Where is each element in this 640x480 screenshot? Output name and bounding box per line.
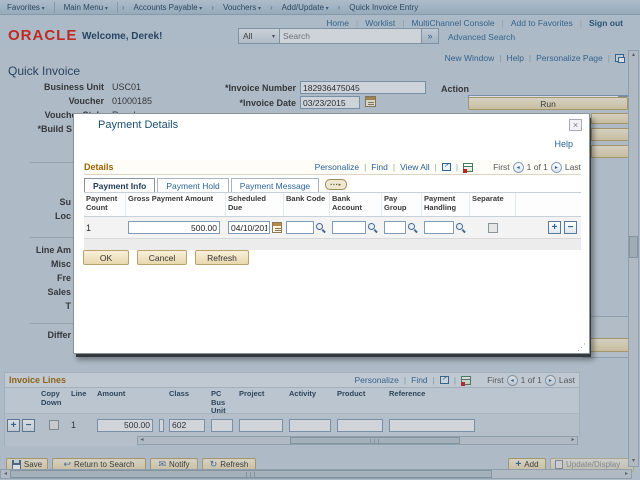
- column-separate: Separate: [470, 193, 516, 216]
- modal-title: Payment Details: [98, 119, 178, 131]
- show-all-columns-icon[interactable]: [325, 179, 347, 190]
- payment-details-modal: Payment Details × Help Details Personali…: [73, 113, 590, 354]
- delete-row-button[interactable]: −: [564, 221, 577, 234]
- pay-group-lookup-icon[interactable]: [408, 223, 418, 233]
- pagination-first-label[interactable]: First: [493, 162, 510, 172]
- payment-handling-lookup-icon[interactable]: [456, 223, 466, 233]
- close-icon[interactable]: ×: [569, 119, 582, 131]
- bank-code-input[interactable]: [286, 221, 314, 234]
- bank-account-lookup-icon[interactable]: [368, 223, 378, 233]
- bank-account-input[interactable]: [332, 221, 366, 234]
- modal-find-link[interactable]: Find: [371, 162, 388, 172]
- payment-count-value: 1: [84, 223, 126, 233]
- details-section-bar: Details Personalize| Find| View All| | F…: [84, 160, 581, 175]
- separate-checkbox[interactable]: [488, 223, 498, 233]
- gross-payment-amount-input[interactable]: [128, 221, 220, 234]
- pagination-current: 1 of 1: [527, 162, 548, 172]
- modal-help-link[interactable]: Help: [554, 139, 573, 149]
- grid-footer: [84, 239, 581, 250]
- column-bank-account: Bank Account: [330, 193, 382, 216]
- resize-handle[interactable]: ⋰: [577, 342, 587, 352]
- column-gross-payment-amount: Gross Payment Amount: [126, 193, 226, 216]
- tab-payment-info[interactable]: Payment Info: [84, 178, 155, 192]
- pagination-last-label[interactable]: Last: [565, 162, 581, 172]
- column-pay-group: Pay Group: [382, 193, 422, 216]
- add-row-button[interactable]: +: [548, 221, 561, 234]
- payment-row: 1 +: [84, 217, 581, 239]
- tab-payment-hold[interactable]: Payment Hold: [157, 178, 228, 192]
- bank-code-lookup-icon[interactable]: [316, 223, 326, 233]
- ok-button[interactable]: OK: [83, 250, 129, 265]
- details-title: Details: [84, 162, 114, 172]
- pay-group-input[interactable]: [384, 221, 406, 234]
- next-row-icon[interactable]: ▸: [551, 162, 562, 173]
- column-scheduled-due: Scheduled Due: [226, 193, 284, 216]
- previous-row-icon[interactable]: ◂: [513, 162, 524, 173]
- column-payment-handling: Payment Handling: [422, 193, 470, 216]
- scheduled-due-input[interactable]: [228, 221, 270, 234]
- scheduled-due-calendar-icon[interactable]: [272, 222, 282, 233]
- modal-buttons: OK Cancel Refresh: [83, 250, 249, 265]
- zoom-grid-icon[interactable]: [442, 163, 451, 171]
- refresh-button[interactable]: Refresh: [195, 250, 249, 265]
- tab-payment-message[interactable]: Payment Message: [231, 178, 319, 192]
- payment-tabs: Payment Info Payment Hold Payment Messag…: [84, 177, 347, 192]
- cancel-button[interactable]: Cancel: [137, 250, 187, 265]
- quick-invoice-screen: Favorites Main Menu › Accounts Payable ›…: [0, 0, 640, 480]
- column-payment-count: Payment Count: [84, 193, 126, 216]
- payment-grid-headers: Payment Count Gross Payment Amount Sched…: [84, 192, 581, 217]
- modal-personalize-link[interactable]: Personalize: [315, 162, 359, 172]
- modal-view-all-link[interactable]: View All: [400, 162, 430, 172]
- download-grid-icon[interactable]: [463, 163, 473, 172]
- payment-handling-input[interactable]: [424, 221, 454, 234]
- column-bank-code: Bank Code: [284, 193, 330, 216]
